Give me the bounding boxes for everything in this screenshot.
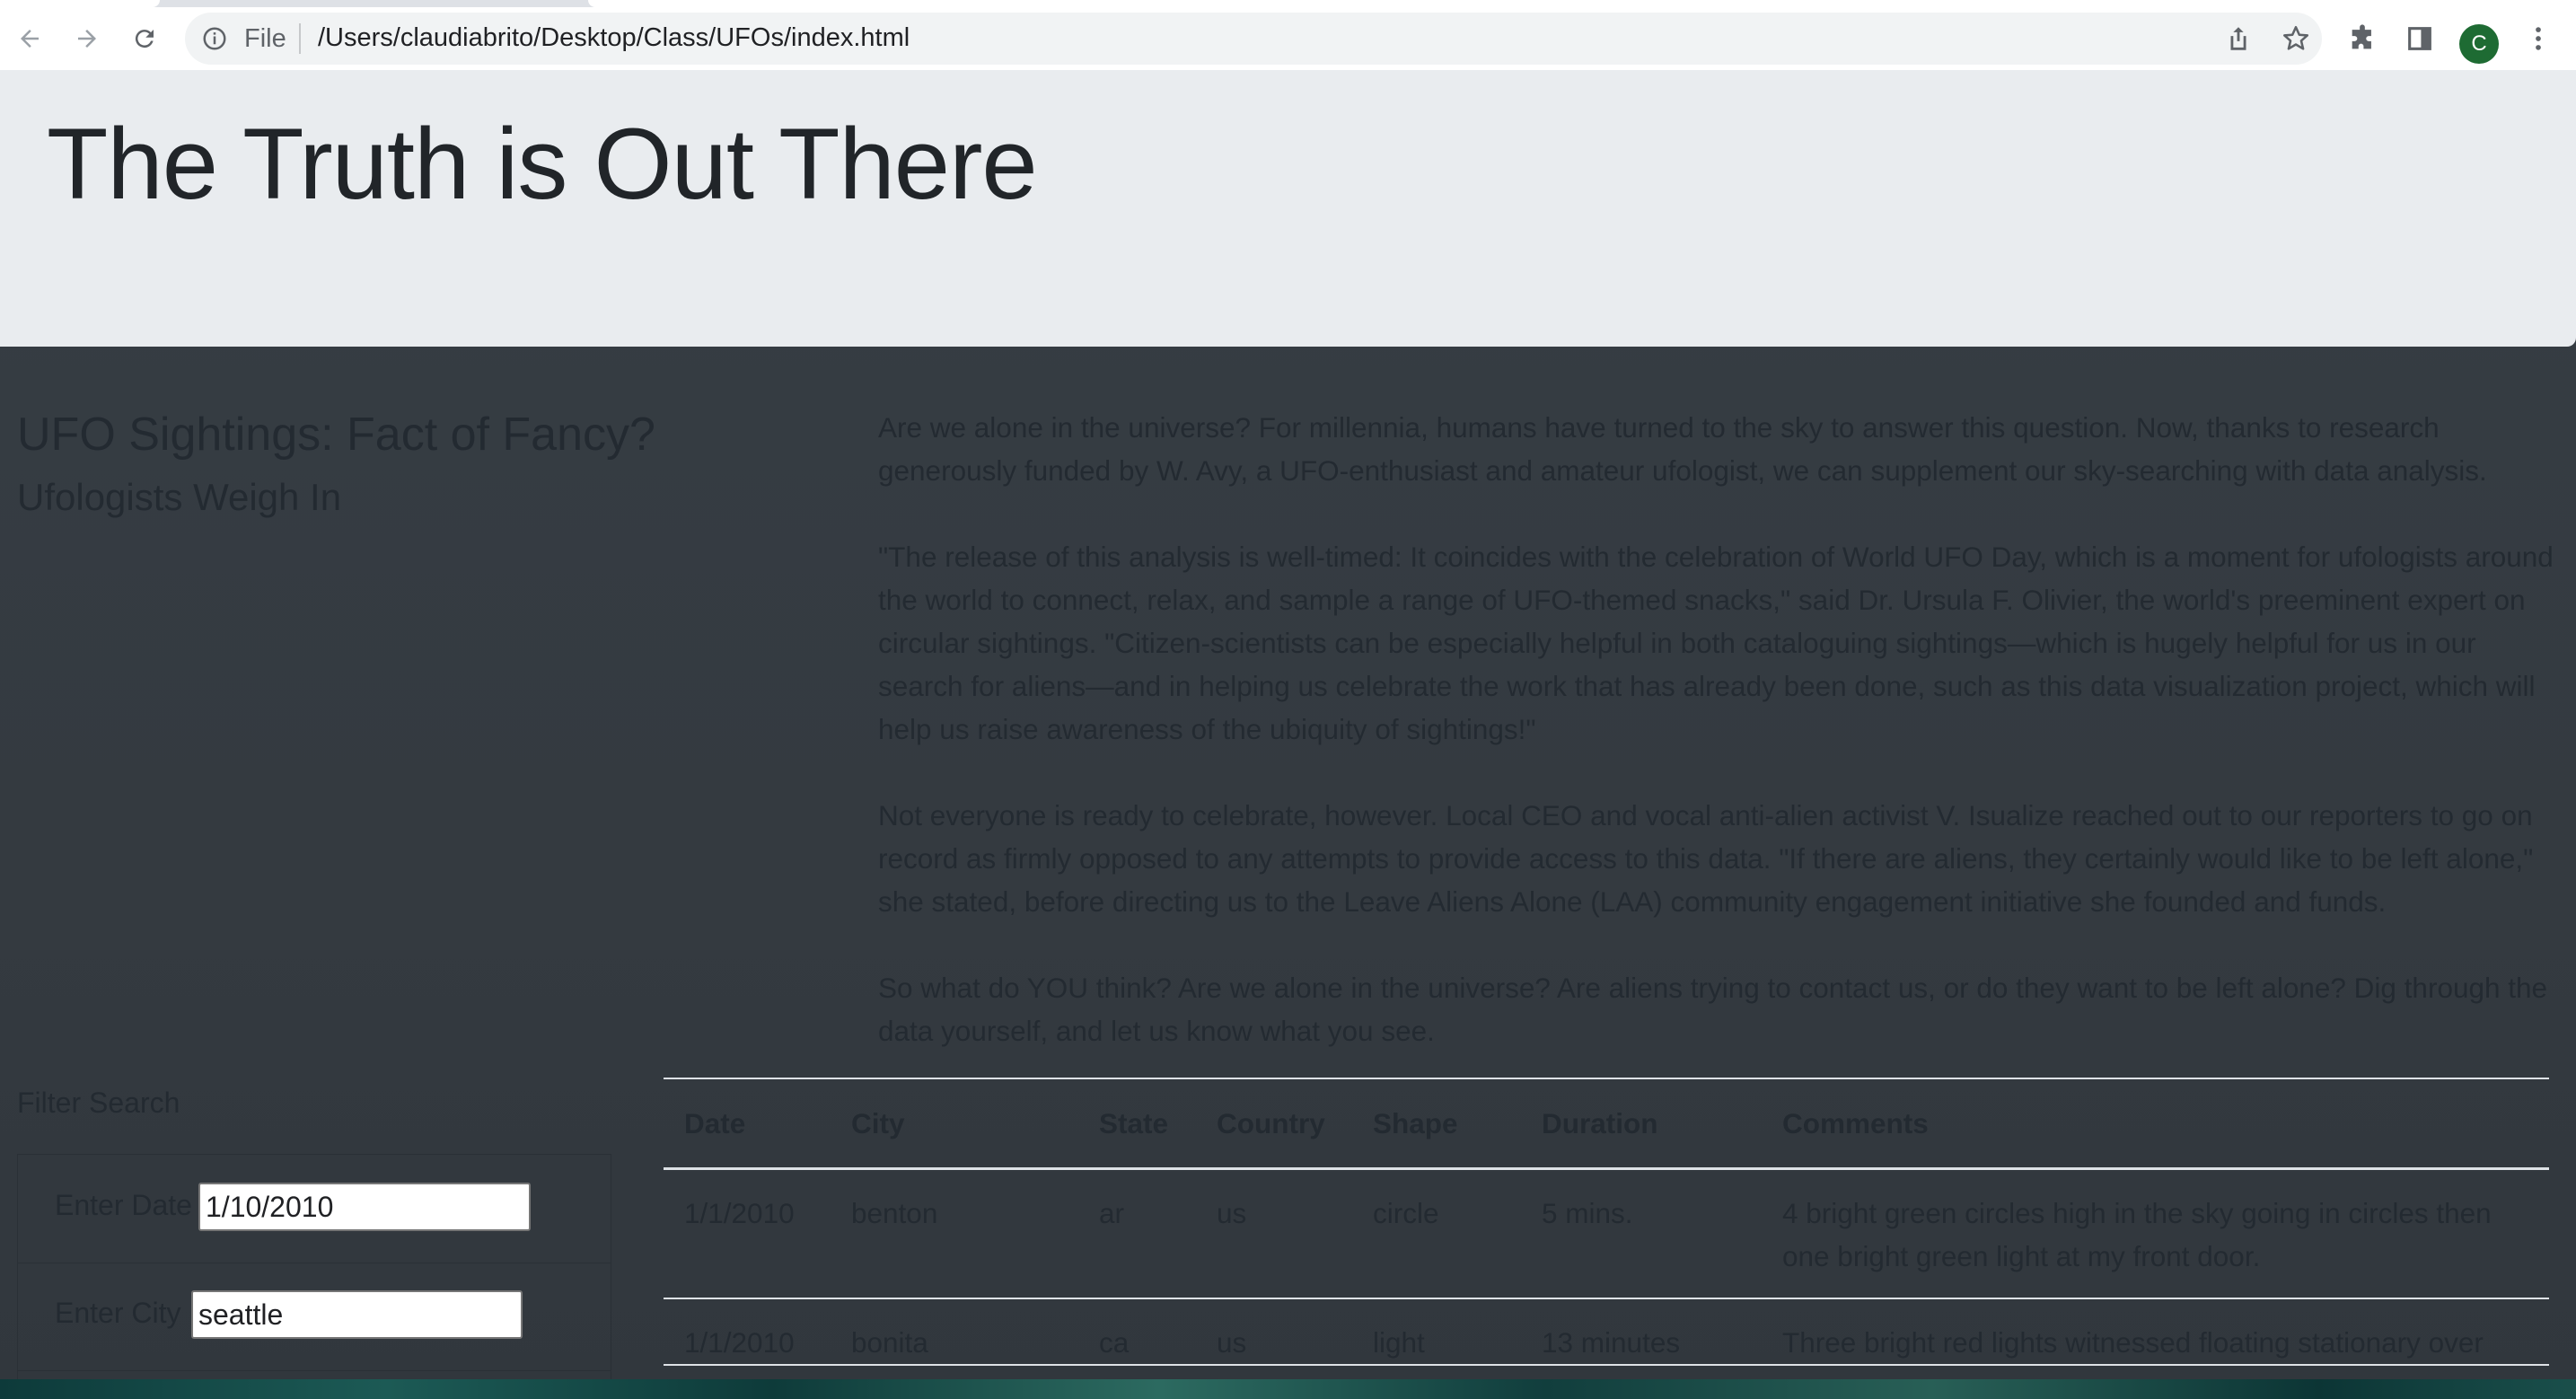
forward-arrow-icon xyxy=(78,30,96,48)
url-text[interactable]: /Users/claudiabrito/Desktop/Class/UFOs/i… xyxy=(318,23,910,53)
ufo-table-container: Date City State Country Shape Duration C… xyxy=(664,1078,2549,1366)
cell-shape: circle xyxy=(1352,1168,1521,1299)
url-scheme-label: File xyxy=(244,24,286,53)
tab-strip xyxy=(0,0,2576,7)
page-viewport: The Truth is Out There UFO Sightings: Fa… xyxy=(0,70,2576,1399)
tab-edge-left xyxy=(0,0,160,7)
column-header-duration[interactable]: Duration xyxy=(1521,1078,1762,1170)
cell-date: 1/1/2010 xyxy=(664,1168,831,1299)
kebab-menu-icon[interactable] xyxy=(2523,23,2554,54)
cell-country: us xyxy=(1196,1298,1352,1366)
star-icon[interactable] xyxy=(2281,23,2311,54)
article-subtitle: Ufologists Weigh In xyxy=(17,476,342,518)
omnibox-divider xyxy=(299,23,301,54)
column-header-date[interactable]: Date xyxy=(664,1078,831,1170)
back-button[interactable] xyxy=(5,14,54,63)
article-paragraph: Not everyone is ready to celebrate, howe… xyxy=(878,799,2534,918)
table-row: 1/1/2010 bonita ca us light 13 minutes T… xyxy=(664,1298,2549,1366)
cell-shape: light xyxy=(1352,1298,1521,1366)
jumbotron-title: The Truth is Out There xyxy=(47,108,1038,220)
ufo-sightings-table: Date City State Country Shape Duration C… xyxy=(664,1078,2549,1366)
cell-duration: 5 mins. xyxy=(1521,1168,1762,1299)
jumbotron: The Truth is Out There xyxy=(0,70,2576,347)
filter-row-city: Enter City xyxy=(18,1263,611,1371)
profile-avatar[interactable]: C xyxy=(2459,24,2499,64)
cell-city: benton xyxy=(831,1168,1078,1299)
filter-row-date: Enter Date xyxy=(18,1155,611,1263)
filter-search-heading: Filter Search xyxy=(17,1087,180,1119)
back-arrow-icon xyxy=(21,30,39,48)
date-input[interactable] xyxy=(198,1183,531,1231)
background-ocean-image xyxy=(0,1379,2576,1399)
side-panel-icon[interactable] xyxy=(2405,23,2435,54)
article-title: UFO Sightings: Fact of Fancy? xyxy=(17,409,655,461)
city-label: Enter City xyxy=(55,1297,181,1329)
tab-edge-right xyxy=(588,0,2576,7)
column-header-state[interactable]: State xyxy=(1078,1078,1196,1170)
reload-button[interactable] xyxy=(120,14,169,63)
browser-toolbar: File /Users/claudiabrito/Desktop/Class/U… xyxy=(0,7,2576,70)
column-header-shape[interactable]: Shape xyxy=(1352,1078,1521,1170)
city-input[interactable] xyxy=(191,1290,523,1339)
article-paragraph: Are we alone in the universe? For millen… xyxy=(878,411,2487,487)
reload-icon xyxy=(135,30,154,48)
cell-city: bonita xyxy=(831,1298,1078,1366)
filter-list: Enter Date Enter City xyxy=(17,1154,611,1399)
cell-state: ar xyxy=(1078,1168,1196,1299)
share-icon[interactable] xyxy=(2223,23,2254,54)
address-bar[interactable]: File /Users/claudiabrito/Desktop/Class/U… xyxy=(185,13,2322,65)
column-header-comments[interactable]: Comments xyxy=(1762,1078,2549,1170)
column-header-country[interactable]: Country xyxy=(1196,1078,1352,1170)
cell-duration: 13 minutes xyxy=(1521,1298,1762,1366)
table-header-row: Date City State Country Shape Duration C… xyxy=(664,1078,2549,1170)
forward-button[interactable] xyxy=(63,14,111,63)
cell-country: us xyxy=(1196,1168,1352,1299)
info-icon[interactable] xyxy=(201,25,228,52)
cell-date: 1/1/2010 xyxy=(664,1298,831,1366)
cell-state: ca xyxy=(1078,1298,1196,1366)
date-label: Enter Date xyxy=(55,1189,192,1221)
puzzle-icon[interactable] xyxy=(2347,23,2378,54)
article-paragraph: So what do YOU think? Are we alone in th… xyxy=(878,972,2548,1047)
article-body: Are we alone in the universe? For millen… xyxy=(878,406,2557,1095)
cell-comments: Three bright red lights witnessed floati… xyxy=(1762,1298,2549,1366)
article-paragraph: "The release of this analysis is well-ti… xyxy=(878,541,2554,745)
cell-comments: 4 bright green circles high in the sky g… xyxy=(1762,1168,2549,1299)
column-header-city[interactable]: City xyxy=(831,1078,1078,1170)
table-row: 1/1/2010 benton ar us circle 5 mins. 4 b… xyxy=(664,1168,2549,1299)
